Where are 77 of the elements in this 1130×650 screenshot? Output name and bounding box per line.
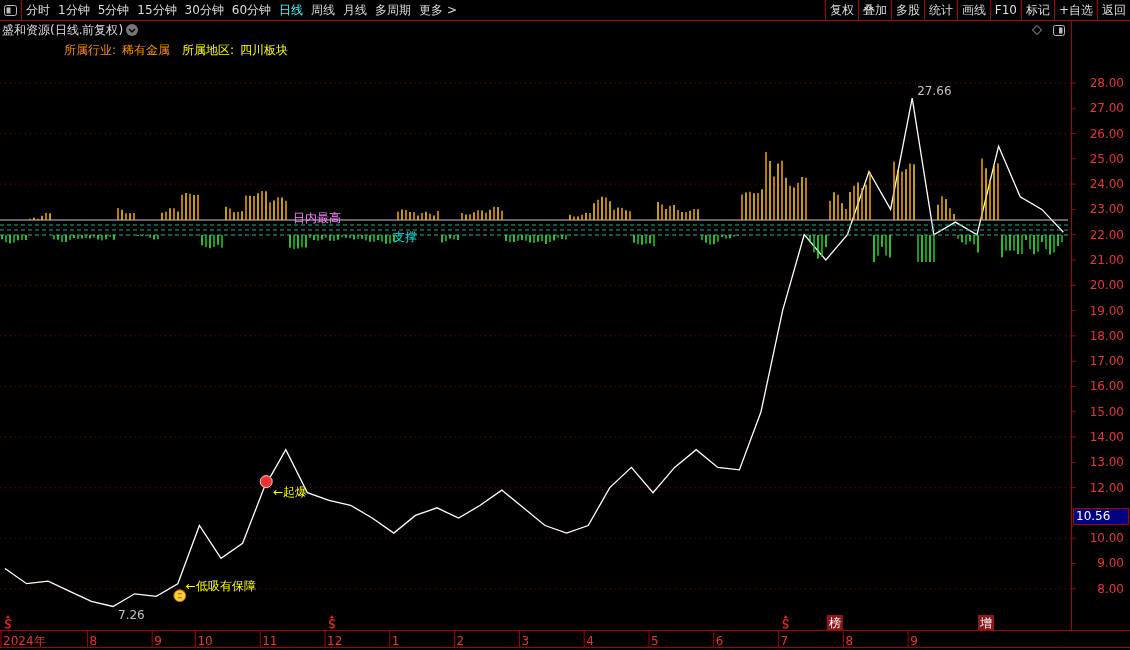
- indicator-label: 日内最高: [293, 211, 341, 225]
- toolbar-button[interactable]: 复权: [824, 0, 858, 20]
- axis-label: 10.00: [1089, 531, 1124, 546]
- axis-label: 22.00: [1089, 227, 1124, 242]
- period-tab[interactable]: 周线: [307, 0, 340, 20]
- axis-label: 15.00: [1089, 404, 1124, 419]
- period-tab[interactable]: 5分钟: [93, 0, 134, 20]
- period-tab[interactable]: 15分钟: [133, 0, 181, 20]
- axis-label: 16.00: [1089, 379, 1124, 394]
- axis-label: 13.00: [1089, 455, 1124, 470]
- date-label: 9: [154, 634, 162, 648]
- date-label: 4: [586, 634, 594, 648]
- date-label: 7: [780, 634, 789, 648]
- axis-label: 18.00: [1089, 328, 1124, 343]
- info-label: 所属行业:: [64, 42, 117, 59]
- axis-label: 9.00: [1097, 556, 1124, 571]
- panel-toggle-icon[interactable]: [4, 4, 17, 16]
- axis-label: 17.00: [1089, 354, 1124, 369]
- axis-label: 23.00: [1089, 202, 1124, 217]
- price-label: 10.56: [1073, 508, 1129, 525]
- dollar-icon: [4, 615, 12, 629]
- date-label: 1: [391, 634, 400, 648]
- date-label: 2: [456, 634, 465, 648]
- date-label: 5: [651, 634, 659, 648]
- axis-label: 14.00: [1089, 430, 1124, 445]
- period-tab[interactable]: 分时: [22, 0, 54, 20]
- info-value: 稀有金属: [122, 42, 171, 59]
- dollar-icon: [328, 615, 336, 629]
- panel-toggle-icon[interactable]: [1053, 24, 1065, 36]
- info-value: 四川板块: [240, 42, 289, 59]
- annotation-label: 27.66: [917, 84, 952, 99]
- toolbar-button[interactable]: 返回: [1097, 0, 1130, 20]
- toolbar-button[interactable]: 标记: [1020, 0, 1054, 20]
- axis-label: 24.00: [1089, 177, 1124, 192]
- annotation-label: ←低吸有保障: [185, 578, 256, 593]
- indicator-label: 支撑: [393, 230, 417, 244]
- period-tab[interactable]: 30分钟: [180, 0, 228, 20]
- axis-label: 27.00: [1089, 101, 1124, 116]
- toolbar-button[interactable]: F10: [989, 0, 1021, 20]
- period-tab[interactable]: 多周期: [371, 0, 416, 20]
- period-tab[interactable]: 60分钟: [227, 0, 276, 20]
- axis-label: 21.00: [1089, 253, 1124, 267]
- period-tab[interactable]: 月线: [339, 0, 372, 20]
- toolbar-button[interactable]: 多股: [890, 0, 924, 20]
- date-label: 6: [715, 634, 724, 648]
- date-label: 2024年: [3, 634, 46, 648]
- date-label: 10: [197, 634, 213, 648]
- axis-label: 20.00: [1089, 278, 1124, 293]
- dropdown-icon[interactable]: [126, 24, 139, 36]
- date-label: 11: [262, 634, 278, 648]
- date-label: 3: [521, 634, 530, 648]
- date-label: 8: [845, 634, 854, 648]
- period-tab[interactable]: 更多 >: [415, 0, 461, 20]
- ball-icon: [259, 475, 273, 489]
- axis-label: 12.00: [1089, 480, 1124, 495]
- annotation-label: ←起爆: [273, 484, 308, 499]
- chart-title: 盛和资源(日线.前复权): [2, 22, 124, 39]
- diamond-icon[interactable]: [1032, 25, 1042, 35]
- axis-label: 25.00: [1089, 151, 1124, 166]
- date-label: 8: [89, 634, 98, 648]
- toolbar-button[interactable]: 叠加: [857, 0, 891, 20]
- axis-label: 19.00: [1089, 303, 1124, 318]
- annotation-label: 7.26: [118, 608, 145, 623]
- event-tag: 榜: [826, 615, 843, 630]
- event-tag: 增: [978, 615, 994, 630]
- dollar-icon: [781, 615, 790, 629]
- axis-label: 8.00: [1097, 581, 1124, 596]
- toolbar-button[interactable]: 画线: [956, 0, 990, 20]
- info-label: 所属地区:: [182, 42, 235, 59]
- toolbar-button[interactable]: +自选: [1053, 0, 1097, 20]
- toolbar-button[interactable]: 统计: [923, 0, 957, 20]
- period-tab[interactable]: 日线: [275, 0, 308, 20]
- period-tab[interactable]: 1分钟: [54, 0, 94, 20]
- date-label: 12: [327, 634, 343, 648]
- date-label: 9: [910, 634, 918, 648]
- axis-label: 26.00: [1089, 126, 1124, 141]
- axis-label: 28.00: [1089, 75, 1124, 90]
